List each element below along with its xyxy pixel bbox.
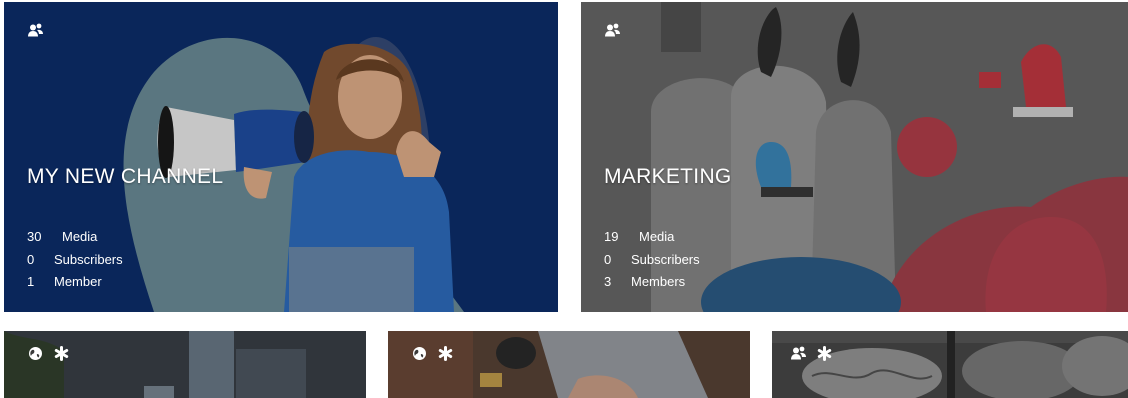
members-count: 3 — [604, 274, 612, 289]
media-count: 19 — [604, 229, 619, 244]
asterisk-icon — [53, 345, 70, 362]
globe-icon — [411, 345, 428, 362]
media-count-row: 19 Media — [604, 226, 700, 249]
members-count-row: 1 Member — [27, 271, 123, 294]
media-count-row: 30 Media — [27, 226, 123, 249]
media-label: Media — [62, 229, 98, 244]
card-shade — [772, 331, 1128, 398]
channel-stats: 19 Media 0 Subscribers 3 Members — [604, 226, 700, 294]
group-icon — [27, 22, 44, 39]
channel-card-3[interactable] — [4, 331, 366, 398]
channel-title: MARKETING — [604, 165, 732, 188]
channel-card-5[interactable] — [772, 331, 1128, 398]
members-label: Member — [54, 274, 102, 289]
card-shade — [388, 331, 750, 398]
globe-icon — [27, 345, 44, 362]
channel-title: MY NEW CHANNEL — [27, 165, 224, 188]
subscribers-label: Subscribers — [631, 251, 700, 267]
media-label: Media — [639, 229, 675, 244]
channel-stats: 30 Media 0 Subscribers 1 Member — [27, 226, 123, 294]
channel-card-marketing[interactable]: MARKETING 19 Media 0 Subscribers 3 Members — [581, 2, 1128, 312]
media-count: 30 — [27, 229, 42, 244]
group-icon — [790, 345, 807, 362]
members-count: 1 — [27, 274, 35, 289]
members-label: Members — [631, 274, 686, 289]
group-icon — [604, 22, 621, 39]
subscribers-count-row: 0 Subscribers — [27, 249, 123, 272]
card-shade — [4, 331, 366, 398]
channel-card-my-new-channel[interactable]: MY NEW CHANNEL 30 Media 0 Subscribers 1 Mem… — [4, 2, 558, 312]
subscribers-count: 0 — [27, 251, 35, 267]
subscribers-count-row: 0 Subscribers — [604, 249, 700, 272]
asterisk-icon — [816, 345, 833, 362]
asterisk-icon — [437, 345, 454, 362]
subscribers-label: Subscribers — [54, 251, 123, 267]
members-count-row: 3 Members — [604, 271, 700, 294]
channel-card-4[interactable] — [388, 331, 750, 398]
subscribers-count: 0 — [604, 251, 612, 267]
